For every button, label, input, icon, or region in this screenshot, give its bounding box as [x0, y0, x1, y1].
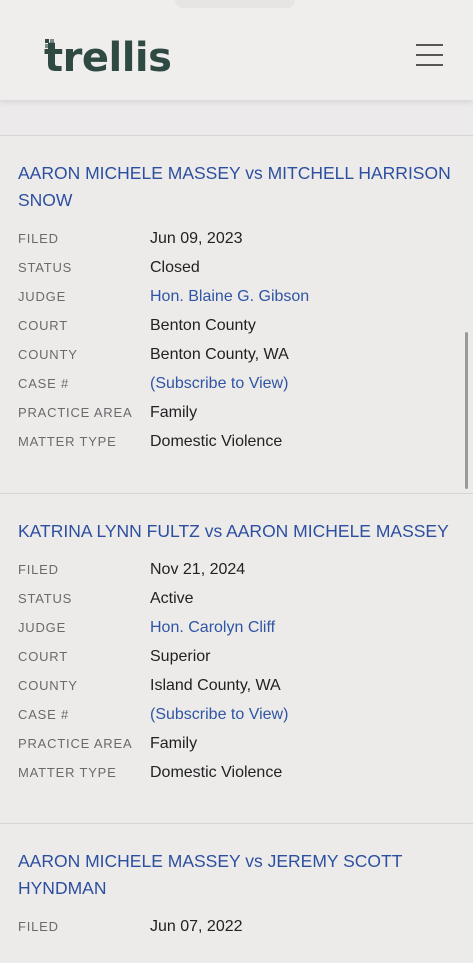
field-value: Family [150, 403, 198, 421]
field-label: JUDGE [18, 620, 67, 635]
case-card: AARON MICHELE MASSEY vs JEREMY SCOTT HYN… [0, 823, 473, 963]
field-label: PRACTICE AREA [18, 405, 133, 420]
field-row-status: STATUS Active [18, 584, 455, 613]
field-row-filed: FILED Jun 09, 2023 [18, 224, 455, 253]
field-label: FILED [18, 562, 59, 577]
case-title-link[interactable]: KATRINA LYNN FULTZ vs AARON MICHELE MASS… [18, 518, 455, 545]
field-value: Family [150, 734, 198, 752]
case-title-link[interactable]: AARON MICHELE MASSEY vs JEREMY SCOTT HYN… [18, 848, 455, 902]
field-row-judge: JUDGE Hon. Carolyn Cliff [18, 613, 455, 642]
judge-link[interactable]: Hon. Carolyn Cliff [150, 619, 275, 637]
field-value: Nov 21, 2024 [150, 560, 246, 578]
subscribe-link[interactable]: (Subscribe to View) [150, 706, 288, 724]
field-label: COUNTY [18, 347, 78, 362]
field-label: FILED [18, 919, 59, 934]
case-card: KATRINA LYNN FULTZ vs AARON MICHELE MASS… [0, 493, 473, 823]
field-label: PRACTICE AREA [18, 736, 133, 751]
field-row-matter-type: MATTER TYPE Domestic Violence [18, 758, 455, 787]
field-label: CASE # [18, 707, 70, 722]
field-value: Jun 09, 2023 [150, 229, 243, 247]
field-label: STATUS [18, 591, 73, 606]
trellis-logo[interactable]: trellis [44, 30, 172, 86]
case-list: AARON MICHELE MASSEY vs MITCHELL HARRISO… [0, 100, 473, 963]
case-card: AARON MICHELE MASSEY vs MITCHELL HARRISO… [0, 135, 473, 493]
field-row-case-number: CASE # (Subscribe to View) [18, 700, 455, 729]
field-label: COURT [18, 318, 68, 333]
field-row-judge: JUDGE Hon. Blaine G. Gibson [18, 282, 455, 311]
field-row-court: COURT Benton County [18, 311, 455, 340]
field-value: Domestic Violence [150, 432, 283, 450]
field-row-county: COUNTY Benton County, WA [18, 340, 455, 369]
judge-link[interactable]: Hon. Blaine G. Gibson [150, 288, 309, 306]
field-label: CASE # [18, 376, 70, 391]
field-label: MATTER TYPE [18, 765, 117, 780]
field-value: Active [150, 589, 194, 607]
field-row-matter-type: MATTER TYPE Domestic Violence [18, 427, 455, 456]
field-value: Closed [150, 258, 200, 276]
field-row-county: COUNTY Island County, WA [18, 671, 455, 700]
field-label: FILED [18, 231, 59, 246]
field-value: Benton County, WA [150, 345, 289, 363]
hamburger-menu-icon[interactable] [416, 44, 444, 68]
vertical-scrollbar[interactable] [465, 332, 468, 489]
field-row-status: STATUS Closed [18, 253, 455, 282]
field-label: MATTER TYPE [18, 434, 117, 449]
field-row-filed: FILED Nov 21, 2024 [18, 555, 455, 584]
field-label: JUDGE [18, 289, 67, 304]
case-title-link[interactable]: AARON MICHELE MASSEY vs MITCHELL HARRISO… [18, 160, 455, 214]
field-value: Jun 07, 2022 [150, 917, 243, 935]
field-label: COURT [18, 649, 68, 664]
field-value: Domestic Violence [150, 763, 283, 781]
field-row-practice-area: PRACTICE AREA Family [18, 398, 455, 427]
field-label: COUNTY [18, 678, 78, 693]
status-notch [175, 0, 295, 8]
field-label: STATUS [18, 260, 73, 275]
list-top-spacer [0, 100, 473, 135]
field-row-case-number: CASE # (Subscribe to View) [18, 369, 455, 398]
field-value: Superior [150, 647, 211, 665]
field-value: Island County, WA [150, 676, 281, 694]
subscribe-link[interactable]: (Subscribe to View) [150, 375, 288, 393]
field-value: Benton County [150, 316, 256, 334]
field-row-practice-area: PRACTICE AREA Family [18, 729, 455, 758]
app-header: trellis [0, 0, 473, 100]
field-row-court: COURT Superior [18, 642, 455, 671]
